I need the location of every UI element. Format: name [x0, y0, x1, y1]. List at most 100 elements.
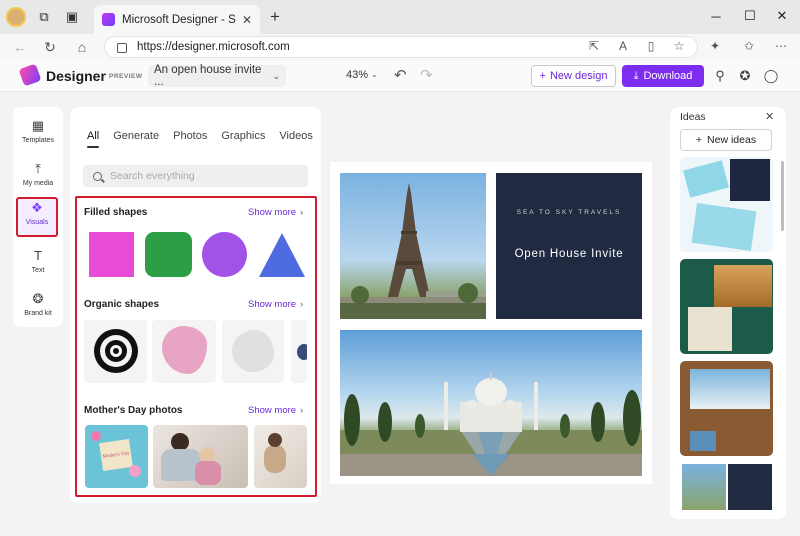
circle-shape[interactable] — [202, 232, 247, 277]
search-input[interactable] — [110, 170, 290, 182]
triangle-shape[interactable] — [259, 233, 305, 277]
copilot-icon[interactable]: ✪ — [736, 67, 754, 85]
pink-blob-graphic — [162, 326, 207, 374]
reading-view-icon[interactable]: ▯ — [642, 37, 660, 55]
search-icon — [93, 172, 102, 181]
read-aloud-icon[interactable]: A — [614, 37, 632, 55]
chevron-down-icon: ⌄ — [272, 71, 280, 82]
download-button[interactable]: ⤓ Download — [622, 65, 704, 87]
organic-shape-pink-blob[interactable] — [152, 320, 216, 383]
rail-item-label: Text — [32, 267, 45, 274]
plus-icon: + — [696, 134, 702, 146]
brand-kit-icon: ❂ — [33, 290, 44, 308]
section-title-organic-shapes: Organic shapes — [84, 299, 159, 310]
browser-tab-designer[interactable]: Microsoft Designer - Stunning d ✕ — [94, 5, 260, 34]
chevron-right-icon: › — [300, 405, 303, 415]
card-text: Mother's Day — [102, 451, 130, 460]
eiffel-tower-photo[interactable] — [340, 173, 486, 319]
upload-icon: ⤒ — [35, 160, 41, 178]
idea-card-2[interactable] — [680, 259, 773, 354]
idea-card-3[interactable] — [680, 361, 773, 456]
designer-logo-icon[interactable] — [18, 63, 41, 86]
rail-item-text[interactable]: T Text — [14, 247, 62, 287]
photo-mothers-day-3[interactable] — [254, 425, 307, 488]
open-in-app-icon[interactable]: ⇱ — [585, 37, 603, 55]
gray-blob-graphic — [232, 330, 274, 372]
new-ideas-button[interactable]: + New ideas — [680, 129, 772, 151]
url-text: https://designer.microsoft.com — [137, 41, 290, 53]
show-more-organic-shapes[interactable]: Show more› — [248, 299, 303, 310]
rail-item-templates[interactable]: ▦ Templates — [14, 117, 62, 157]
show-more-label: Show more — [248, 207, 296, 218]
profile-avatar[interactable] — [6, 7, 26, 27]
scrollbar[interactable] — [781, 161, 784, 231]
tab-all[interactable]: All — [87, 130, 99, 142]
photo-mother-daughter[interactable] — [153, 425, 248, 488]
new-ideas-label: New ideas — [707, 134, 756, 146]
zoom-chevron-down-icon[interactable]: ⌄ — [371, 70, 378, 79]
show-more-label: Show more — [248, 405, 296, 416]
photo-mothers-day-card[interactable]: Mother's Day — [85, 425, 148, 488]
rail-item-visuals[interactable]: ❖ Visuals — [16, 197, 58, 237]
redo-icon[interactable]: ↷ — [420, 66, 433, 84]
paper-graphic — [688, 307, 732, 351]
search-box[interactable] — [83, 165, 308, 187]
undo-icon[interactable]: ↶ — [394, 66, 407, 84]
design-canvas[interactable]: SEA TO SKY TRAVELS Open House Invite — [330, 162, 652, 484]
account-icon[interactable]: ◯ — [762, 67, 780, 85]
envelope-graphic — [692, 203, 757, 251]
tab-actions-icon[interactable]: ▣ — [62, 7, 82, 27]
title-card[interactable]: SEA TO SKY TRAVELS Open House Invite — [496, 173, 642, 319]
idea-card-4[interactable] — [680, 462, 773, 517]
rail-item-my-media[interactable]: ⤒ My media — [14, 160, 62, 200]
show-more-filled-shapes[interactable]: Show more › — [248, 207, 303, 218]
canvas-subtitle[interactable]: SEA TO SKY TRAVELS — [496, 209, 642, 216]
chevron-right-icon: › — [300, 207, 303, 217]
zoom-level[interactable]: 43% — [346, 69, 368, 81]
refresh-icon[interactable]: ↻ — [40, 37, 60, 57]
home-icon[interactable]: ⌂ — [72, 37, 92, 57]
idea-card-1[interactable] — [680, 157, 773, 252]
back-arrow-icon[interactable]: ← — [10, 37, 30, 57]
minimize-button[interactable]: ─ — [706, 6, 726, 26]
extensions-icon[interactable]: ✦ — [706, 37, 724, 55]
tab-videos[interactable]: Videos — [279, 130, 312, 142]
square-shape[interactable] — [89, 232, 134, 277]
taj-mahal-photo[interactable] — [340, 330, 642, 476]
visuals-panel: All Generate Photos Graphics Videos Fill… — [70, 107, 321, 503]
rail-item-brand-kit[interactable]: ❂ Brand kit — [14, 290, 62, 330]
tab-generate[interactable]: Generate — [113, 130, 159, 142]
rail-item-label: Templates — [22, 137, 54, 144]
url-field[interactable]: https://designer.microsoft.com — [104, 36, 698, 58]
navy-card-graphic — [730, 159, 770, 201]
maximize-button[interactable]: ☐ — [740, 6, 760, 26]
close-icon[interactable]: ✕ — [765, 110, 774, 123]
organic-shape-spiral[interactable] — [84, 320, 147, 383]
eiffel-tower-graphic — [340, 173, 486, 319]
canvas-headline[interactable]: Open House Invite — [496, 248, 642, 260]
tab-graphics[interactable]: Graphics — [221, 130, 265, 142]
tab-photos[interactable]: Photos — [173, 130, 207, 142]
favorites-icon[interactable]: ✩ — [740, 37, 758, 55]
show-more-mothers-day[interactable]: Show more › — [248, 405, 303, 416]
organic-shape-partial[interactable] — [291, 320, 307, 383]
ideas-title: Ideas — [680, 111, 706, 123]
project-name-dropdown[interactable]: An open house invite ... ⌄ — [148, 65, 286, 87]
preview-badge: PREVIEW — [109, 73, 142, 80]
new-design-button[interactable]: + New design — [531, 65, 616, 87]
more-options-icon[interactable]: ⋯ — [772, 37, 790, 55]
section-title-filled-shapes: Filled shapes — [84, 207, 147, 218]
new-tab-button[interactable]: + — [265, 7, 285, 27]
favorite-star-icon[interactable]: ☆ — [670, 37, 688, 55]
tab-close-icon[interactable]: ✕ — [242, 13, 252, 27]
flower-graphic — [91, 431, 101, 441]
workspaces-icon[interactable]: ⧉ — [34, 7, 54, 27]
close-window-button[interactable]: ✕ — [772, 6, 792, 26]
ideas-panel: Ideas ✕ + New ideas — [670, 107, 786, 519]
partial-shape-graphic — [297, 344, 307, 360]
organic-shape-gray-blob[interactable] — [222, 320, 284, 383]
rounded-square-shape[interactable] — [145, 232, 192, 277]
share-icon[interactable]: ⚲ — [711, 67, 729, 85]
download-label: Download — [643, 70, 692, 82]
photo-thumb-graphic — [690, 431, 716, 451]
